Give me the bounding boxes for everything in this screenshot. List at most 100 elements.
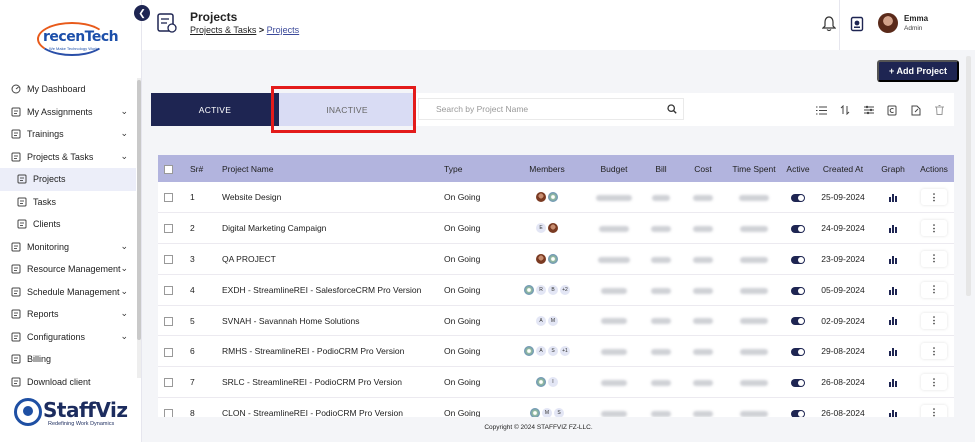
- member-avatar[interactable]: [548, 253, 558, 264]
- member-avatar[interactable]: [524, 346, 534, 357]
- search-icon[interactable]: [667, 104, 677, 114]
- sidebar-item-download-client[interactable]: Download client: [0, 371, 136, 394]
- row-actions-button[interactable]: ⋮: [921, 189, 947, 206]
- id-badge-icon[interactable]: [850, 16, 864, 32]
- delete-button[interactable]: [928, 102, 952, 118]
- row-actions-button[interactable]: ⋮: [921, 281, 947, 298]
- chevron-down-icon[interactable]: ⌄: [120, 331, 128, 342]
- sidebar-item-monitoring[interactable]: Monitoring ⌄: [0, 236, 136, 259]
- row-checkbox[interactable]: [164, 347, 173, 357]
- bar-chart-icon[interactable]: [889, 409, 897, 417]
- export-button[interactable]: [904, 102, 928, 118]
- collapse-sidebar-button[interactable]: ❮: [134, 5, 150, 21]
- bar-chart-icon[interactable]: [889, 348, 897, 357]
- filter-button[interactable]: [857, 102, 881, 118]
- select-all-checkbox[interactable]: [164, 164, 173, 174]
- sidebar-item-projects-tasks[interactable]: Projects & Tasks ⌄: [0, 146, 136, 169]
- member-avatar[interactable]: [548, 223, 558, 234]
- sidebar-item-billing[interactable]: Billing: [0, 348, 136, 371]
- row-checkbox[interactable]: [164, 193, 173, 203]
- member-avatar[interactable]: [530, 407, 540, 417]
- row-checkbox[interactable]: [164, 285, 173, 295]
- active-toggle[interactable]: [791, 224, 805, 233]
- active-toggle[interactable]: [791, 193, 805, 202]
- member-avatar[interactable]: [536, 253, 546, 264]
- active-toggle[interactable]: [791, 317, 805, 326]
- members-group[interactable]: E: [508, 223, 586, 234]
- tab-active[interactable]: ACTIVE: [151, 93, 279, 126]
- active-toggle[interactable]: [791, 378, 805, 387]
- project-name[interactable]: Digital Marketing Campaign: [220, 212, 442, 245]
- refresh-button[interactable]: [881, 102, 905, 118]
- member-avatar[interactable]: [536, 377, 546, 388]
- bar-chart-icon[interactable]: [889, 378, 897, 387]
- column-header[interactable]: Type: [442, 155, 506, 182]
- member-initial-avatar[interactable]: S: [554, 407, 564, 417]
- sort-button[interactable]: [834, 102, 858, 118]
- table-row[interactable]: 7 SRLC - StreamlineREI - PodioCRM Pro Ver…: [158, 366, 954, 399]
- chevron-down-icon[interactable]: ⌄: [120, 151, 128, 162]
- bar-chart-icon[interactable]: [889, 317, 897, 326]
- row-actions-button[interactable]: ⋮: [921, 374, 947, 391]
- project-name[interactable]: SRLC - StreamlineREI - PodioCRM Pro Vers…: [220, 366, 442, 399]
- row-checkbox[interactable]: [164, 255, 173, 265]
- members-group[interactable]: I: [508, 377, 586, 388]
- column-header[interactable]: Bill: [640, 155, 680, 182]
- breadcrumb-current-link[interactable]: Projects: [267, 25, 300, 35]
- row-checkbox[interactable]: [164, 409, 173, 417]
- member-initial-avatar[interactable]: I: [548, 377, 558, 388]
- column-header[interactable]: Time Spent: [724, 155, 782, 182]
- chevron-down-icon[interactable]: ⌄: [120, 106, 128, 117]
- sidebar-item-schedule-management[interactable]: Schedule Management ⌄: [0, 281, 136, 304]
- row-checkbox[interactable]: [164, 378, 173, 388]
- member-avatar[interactable]: [536, 192, 546, 203]
- chevron-down-icon[interactable]: ⌄: [120, 263, 128, 274]
- page-scrollbar[interactable]: [966, 56, 971, 296]
- row-actions-button[interactable]: ⋮: [921, 250, 947, 267]
- table-row[interactable]: 3 QA PROJECT On Going 23-09-2024 ⋮: [158, 243, 954, 275]
- notification-bell-icon[interactable]: [822, 16, 836, 32]
- member-initial-avatar[interactable]: +2: [560, 284, 570, 295]
- member-initial-avatar[interactable]: S: [548, 346, 558, 357]
- member-initial-avatar[interactable]: M: [548, 315, 558, 326]
- sidebar-scrollbar-thumb[interactable]: [137, 80, 141, 340]
- row-checkbox[interactable]: [164, 224, 173, 234]
- breadcrumb-parent-link[interactable]: Projects & Tasks: [190, 25, 256, 35]
- sidebar-item-tasks[interactable]: Tasks: [0, 191, 136, 214]
- row-checkbox[interactable]: [164, 316, 173, 326]
- member-initial-avatar[interactable]: M: [542, 407, 552, 417]
- members-group[interactable]: [508, 192, 586, 203]
- project-name[interactable]: RMHS - StreamlineREI - PodioCRM Pro Vers…: [220, 335, 442, 368]
- member-avatar[interactable]: [548, 192, 558, 203]
- bar-chart-icon[interactable]: [889, 193, 897, 202]
- user-name[interactable]: Emma: [904, 14, 928, 23]
- column-header[interactable]: Sr#: [188, 155, 220, 182]
- sidebar-item-my-assignments[interactable]: My Assignments ⌄: [0, 101, 136, 124]
- table-row[interactable]: 4 EXDH - StreamlineREI - SalesforceCRM Pr…: [158, 274, 954, 306]
- bar-chart-icon[interactable]: [889, 224, 897, 233]
- column-header[interactable]: Budget: [586, 155, 640, 182]
- column-header[interactable]: Created At: [812, 155, 872, 182]
- members-group[interactable]: R B +2: [508, 284, 586, 295]
- table-row[interactable]: 8 CLON - StreamlineREI - PodioCRM Pro Ver…: [158, 397, 954, 417]
- project-name[interactable]: CLON - StreamlineREI - PodioCRM Pro Vers…: [220, 397, 442, 417]
- active-toggle[interactable]: [791, 409, 805, 417]
- members-group[interactable]: A S +1: [508, 346, 586, 357]
- members-group[interactable]: AM: [508, 315, 586, 326]
- project-name[interactable]: SVNAH - Savannah Home Solutions: [220, 305, 442, 337]
- member-initial-avatar[interactable]: B: [548, 284, 558, 295]
- member-initial-avatar[interactable]: A: [536, 315, 546, 326]
- chevron-down-icon[interactable]: ⌄: [120, 308, 128, 319]
- table-row[interactable]: 1 Website Design On Going 25-09-2024 ⋮: [158, 182, 954, 214]
- project-name[interactable]: Website Design: [220, 182, 442, 214]
- bar-chart-icon[interactable]: [889, 286, 897, 295]
- column-header[interactable]: Cost: [680, 155, 724, 182]
- bar-chart-icon[interactable]: [889, 255, 897, 264]
- row-actions-button[interactable]: ⋮: [921, 343, 947, 360]
- members-group[interactable]: [508, 253, 586, 264]
- row-actions-button[interactable]: ⋮: [921, 220, 947, 237]
- table-row[interactable]: 5 SVNAH - Savannah Home Solutions On Going…: [158, 305, 954, 337]
- sidebar-item-projects[interactable]: Projects: [0, 168, 136, 191]
- user-avatar[interactable]: [878, 13, 898, 33]
- member-initial-avatar[interactable]: R: [536, 284, 546, 295]
